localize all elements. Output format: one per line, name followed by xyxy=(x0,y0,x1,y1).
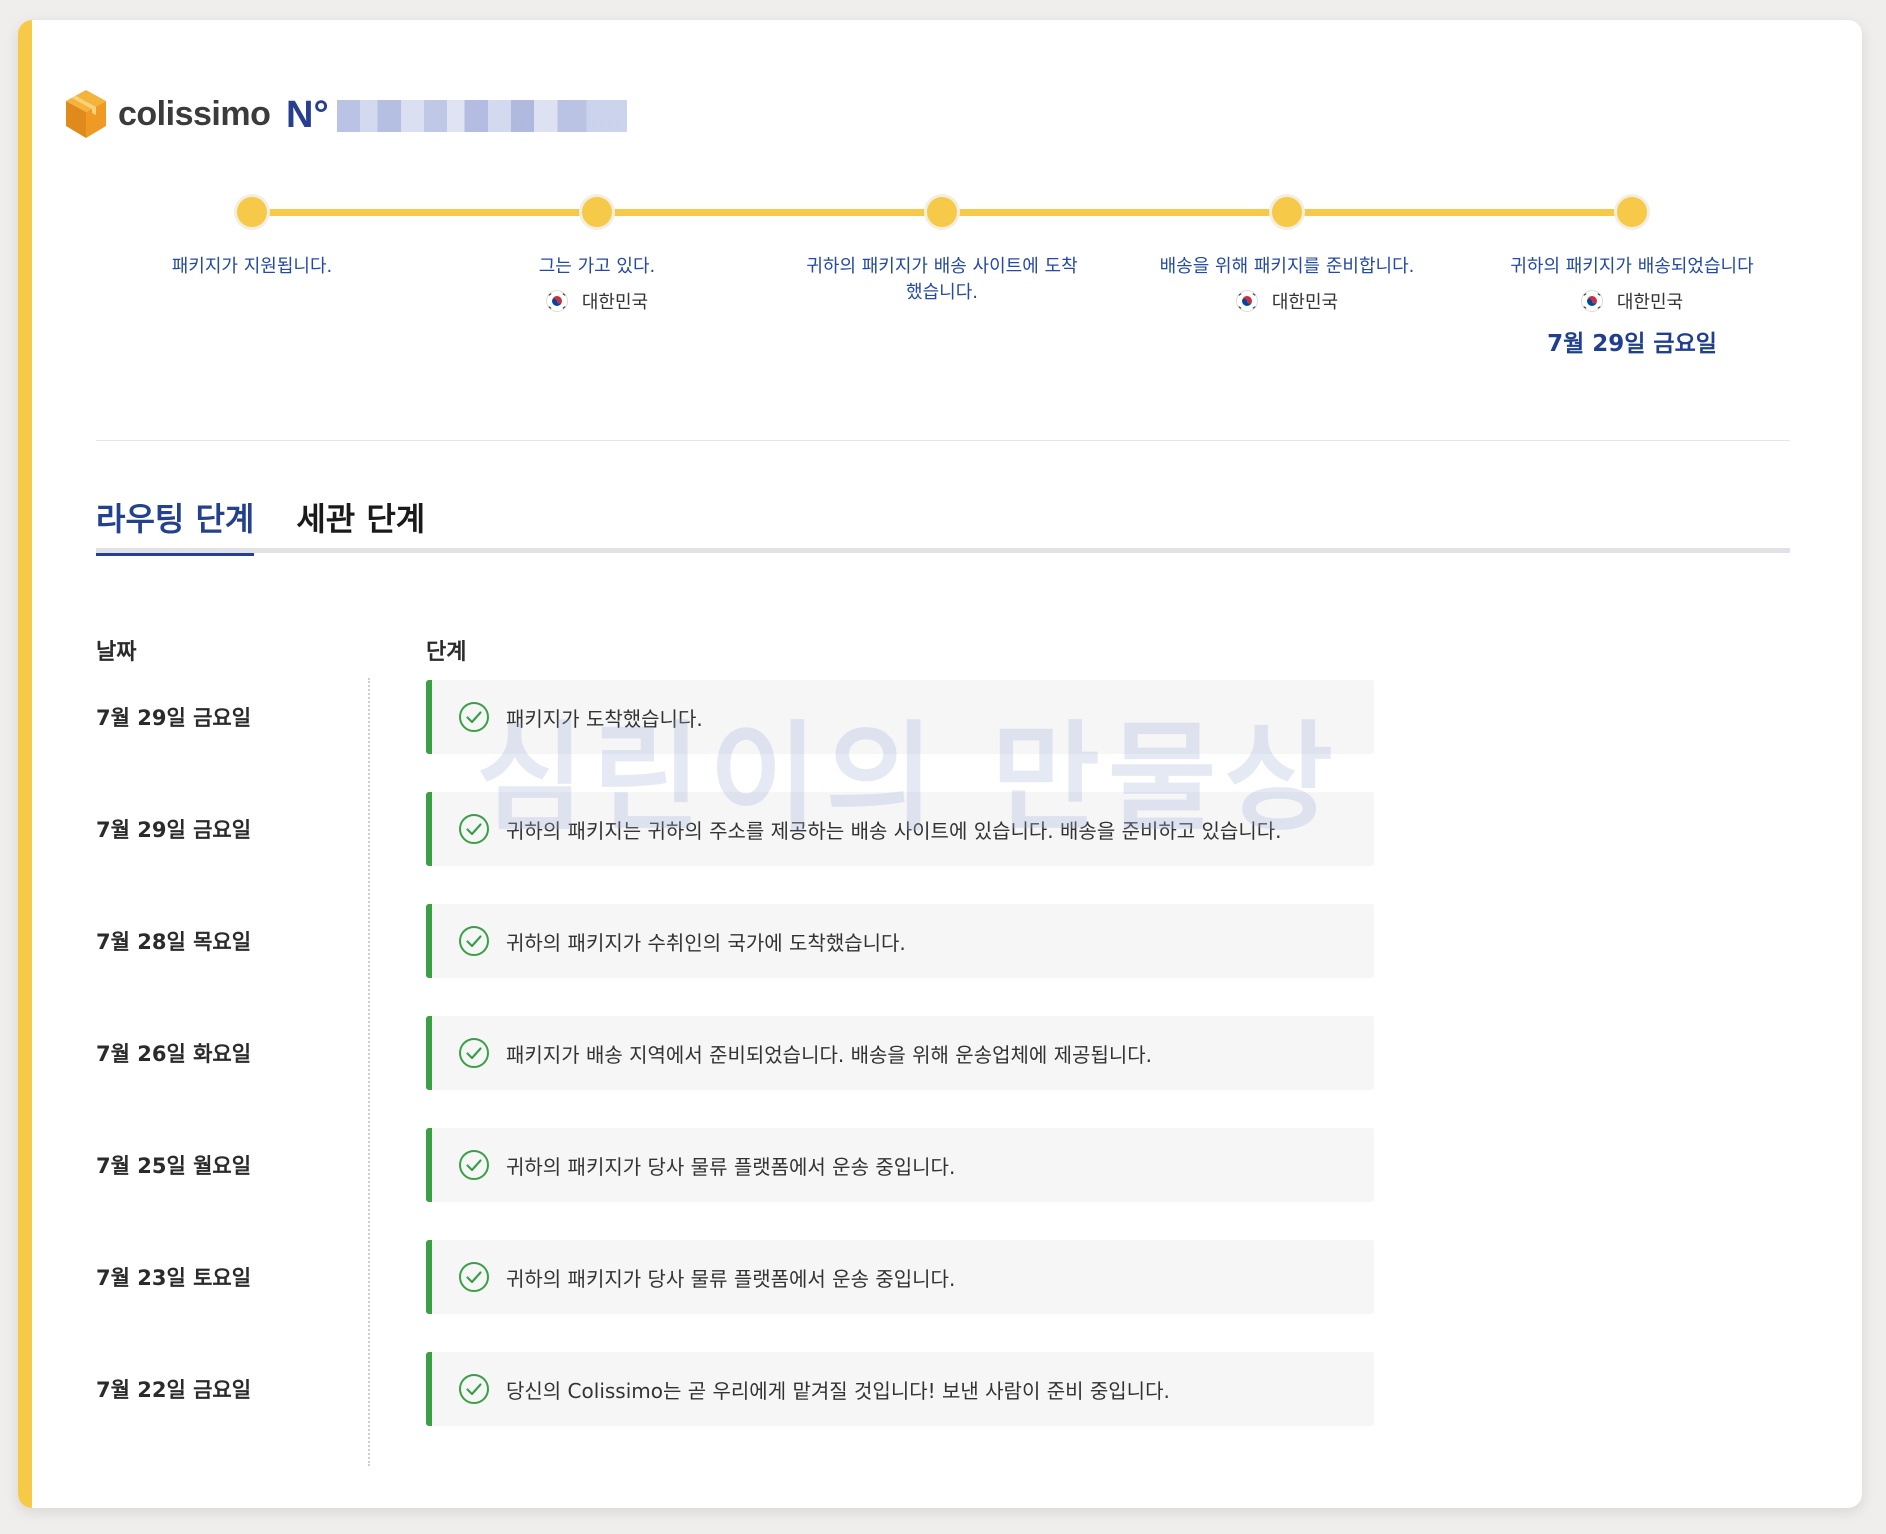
tab-bar: 라우팅 단계 세관 단계 xyxy=(96,494,467,556)
korea-flag-icon xyxy=(1580,290,1603,312)
event-card: 귀하의 패키지가 당사 물류 플랫폼에서 운송 중입니다. xyxy=(426,1128,1374,1202)
event-text: 당신의 Colissimo는 곧 우리에게 맡겨질 것입니다! 보낸 사람이 준… xyxy=(506,1378,1170,1403)
progress-step-4: 배송을 위해 패키지를 준비합니다. 대한민국 xyxy=(1127,254,1447,314)
tab-underline-rule xyxy=(96,548,1790,553)
event-text: 귀하의 패키지는 귀하의 주소를 제공하는 배송 사이트에 있습니다. 배송을 … xyxy=(506,818,1282,843)
check-circle-icon xyxy=(459,926,489,956)
step-label: 귀하의 패키지가 배송되었습니다 xyxy=(1510,256,1754,277)
row-date: 7월 29일 금요일 xyxy=(96,706,252,730)
tab-customs-steps[interactable]: 세관 단계 xyxy=(296,494,425,556)
tab-routing-steps[interactable]: 라우팅 단계 xyxy=(96,494,255,556)
section-divider xyxy=(96,440,1790,441)
delivery-date: 7월 29일 금요일 xyxy=(1547,331,1717,357)
progress-step-5: 귀하의 패키지가 배송되었습니다 대한민국 7월 29일 금요일 xyxy=(1472,254,1792,358)
timeline-divider xyxy=(368,678,370,1466)
step-label: 배송을 위해 패키지를 준비합니다. xyxy=(1159,256,1415,277)
accent-bar xyxy=(18,20,32,1508)
event-text: 귀하의 패키지가 수취인의 국가에 도착했습니다. xyxy=(506,930,906,955)
step-label: 패키지가 지원됩니다. xyxy=(171,256,333,277)
event-card: 패키지가 배송 지역에서 준비되었습니다. 배송을 위해 운송업체에 제공됩니다… xyxy=(426,1016,1374,1090)
progress-step-dot xyxy=(234,194,270,230)
step-column-header: 단계 xyxy=(426,640,467,665)
progress-step-dot xyxy=(1269,194,1305,230)
progress-step-1: 패키지가 지원됩니다. xyxy=(92,254,412,280)
progress-step-dot xyxy=(579,194,615,230)
check-circle-icon xyxy=(459,814,489,844)
brand-name: colissimo xyxy=(118,94,271,133)
check-circle-icon xyxy=(459,702,489,732)
check-circle-icon xyxy=(459,1038,489,1068)
check-circle-icon xyxy=(459,1262,489,1292)
korea-flag-icon xyxy=(1235,290,1258,312)
step-country: 대한민국 xyxy=(1127,288,1447,314)
event-card: 귀하의 패키지가 수취인의 국가에 도착했습니다. xyxy=(426,904,1374,978)
event-card: 패키지가 도착했습니다. xyxy=(426,680,1374,754)
row-date: 7월 28일 목요일 xyxy=(96,930,252,954)
step-label: 귀하의 패키지가 배송 사이트에 도착했습니다. xyxy=(806,256,1078,303)
country-name: 대한민국 xyxy=(1271,292,1339,313)
check-circle-icon xyxy=(459,1374,489,1404)
tracking-number: N° xyxy=(286,94,627,137)
event-card: 귀하의 패키지는 귀하의 주소를 제공하는 배송 사이트에 있습니다. 배송을 … xyxy=(426,792,1374,866)
progress-step-dot xyxy=(1614,194,1650,230)
row-date: 7월 23일 토요일 xyxy=(96,1266,252,1290)
korea-flag-icon xyxy=(545,290,568,312)
progress-step-2: 그는 가고 있다. 대한민국 xyxy=(437,254,757,314)
event-text: 패키지가 배송 지역에서 준비되었습니다. 배송을 위해 운송업체에 제공됩니다… xyxy=(506,1042,1153,1067)
tracking-prefix: N° xyxy=(286,94,329,136)
step-country: 대한민국 xyxy=(1472,288,1792,314)
progress-step-3: 귀하의 패키지가 배송 사이트에 도착했습니다. xyxy=(782,254,1102,306)
colissimo-logo[interactable]: colissimo xyxy=(64,88,271,140)
progress-step-dot xyxy=(924,194,960,230)
row-date: 7월 26일 화요일 xyxy=(96,1042,252,1066)
step-country: 대한민국 xyxy=(437,288,757,314)
tracking-number-redacted xyxy=(336,99,627,132)
row-date: 7월 25일 월요일 xyxy=(96,1154,252,1178)
check-circle-icon xyxy=(459,1150,489,1180)
tracking-card: colissimo N° 패키지가 지원됩니다. 그는 가고 있다. 대한민국 xyxy=(18,20,1862,1508)
country-name: 대한민국 xyxy=(581,292,649,313)
colissimo-box-icon xyxy=(66,90,106,138)
event-card: 당신의 Colissimo는 곧 우리에게 맡겨질 것입니다! 보낸 사람이 준… xyxy=(426,1352,1374,1426)
date-column-header: 날짜 xyxy=(96,640,137,665)
event-text: 패키지가 도착했습니다. xyxy=(506,706,703,731)
event-text: 귀하의 패키지가 당사 물류 플랫폼에서 운송 중입니다. xyxy=(506,1154,956,1179)
event-text: 귀하의 패키지가 당사 물류 플랫폼에서 운송 중입니다. xyxy=(506,1266,956,1291)
step-label: 그는 가고 있다. xyxy=(538,256,656,277)
country-name: 대한민국 xyxy=(1616,292,1684,313)
event-card: 귀하의 패키지가 당사 물류 플랫폼에서 운송 중입니다. xyxy=(426,1240,1374,1314)
row-date: 7월 22일 금요일 xyxy=(96,1378,252,1402)
row-date: 7월 29일 금요일 xyxy=(96,818,252,842)
